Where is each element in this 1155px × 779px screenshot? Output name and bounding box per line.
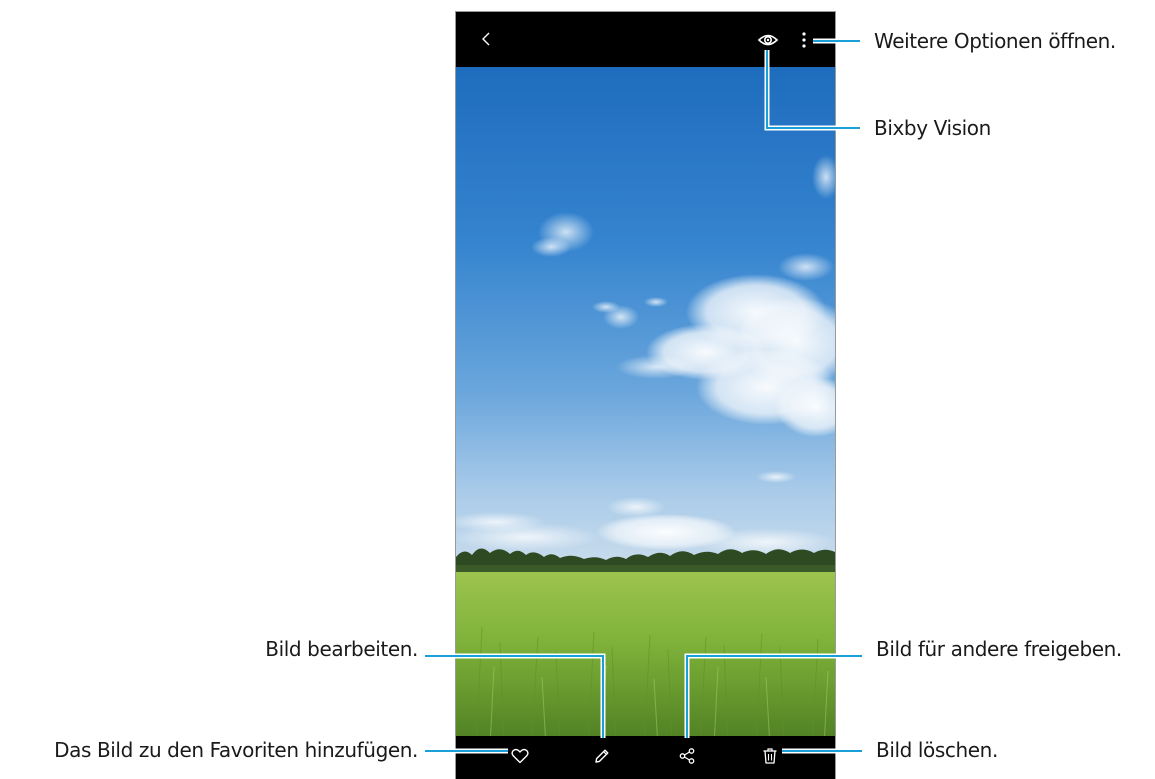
edit-button[interactable]: [590, 745, 614, 767]
bottom-action-bar: [456, 736, 835, 779]
trash-icon: [763, 748, 777, 764]
phone-screen: [455, 11, 836, 779]
photo-view[interactable]: [456, 67, 835, 747]
bixby-vision-button[interactable]: [756, 29, 780, 51]
back-button[interactable]: [476, 28, 498, 50]
landscape-photo: [456, 67, 835, 747]
top-app-bar: [456, 12, 835, 67]
callout-label-bixby-vision: Bixby Vision: [874, 116, 991, 140]
more-vertical-icon: [802, 32, 806, 48]
callout-label-favorite: Das Bild zu den Favoriten hinzufügen.: [54, 738, 418, 762]
chevron-left-icon: [482, 32, 490, 46]
callout-label-delete: Bild löschen.: [876, 738, 998, 762]
callout-label-share: Bild für andere freigeben.: [876, 637, 1122, 661]
favorite-button[interactable]: [508, 745, 532, 767]
delete-button[interactable]: [758, 745, 782, 767]
pencil-icon: [595, 749, 609, 763]
share-icon: [679, 748, 695, 764]
callout-label-edit: Bild bearbeiten.: [265, 637, 418, 661]
eye-icon: [757, 34, 779, 46]
heart-icon: [511, 748, 529, 764]
more-options-button[interactable]: [798, 29, 810, 51]
share-button[interactable]: [675, 745, 699, 767]
callout-label-more-options: Weitere Optionen öffnen.: [874, 29, 1116, 53]
